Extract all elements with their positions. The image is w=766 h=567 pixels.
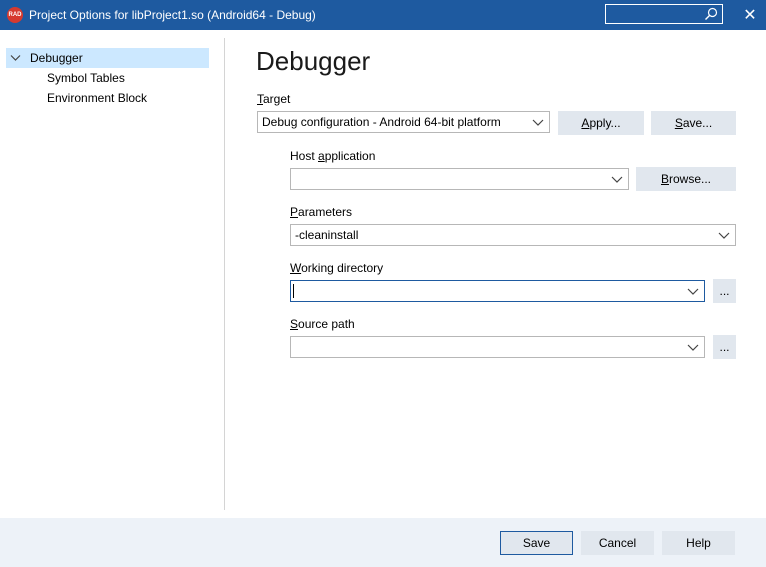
host-application-field[interactable] xyxy=(290,168,629,190)
text-caret xyxy=(293,284,294,298)
apply-button[interactable]: Apply... xyxy=(558,111,644,135)
tree-item-label: Debugger xyxy=(30,51,83,65)
chevron-down-icon xyxy=(687,344,699,351)
save-target-button[interactable]: Save... xyxy=(651,111,736,135)
page-title: Debugger xyxy=(256,46,371,76)
tree-item-debugger[interactable]: Debugger xyxy=(6,48,209,68)
working-directory-label: Working directory xyxy=(290,261,384,275)
parameters-label: Parameters xyxy=(290,205,353,219)
parameters-field[interactable]: -cleaninstall xyxy=(290,224,736,246)
chevron-down-icon xyxy=(687,288,699,295)
chevron-down-icon xyxy=(532,119,544,126)
tree-item-label: Symbol Tables xyxy=(47,71,125,85)
panel-separator xyxy=(224,38,225,510)
dialog-footer: Save Cancel Help xyxy=(0,518,766,567)
search-icon xyxy=(705,7,718,20)
host-application-label: Host application xyxy=(290,149,376,163)
source-path-browse-button[interactable]: ... xyxy=(713,335,736,359)
chevron-down-icon xyxy=(718,232,730,239)
tree-item-symbol-tables[interactable]: Symbol Tables xyxy=(6,68,209,88)
chevron-down-icon[interactable] xyxy=(10,54,21,62)
title-search-box[interactable] xyxy=(605,4,723,24)
browse-button[interactable]: Browse... xyxy=(636,167,736,191)
tree-item-label: Environment Block xyxy=(47,91,148,105)
title-bar: RAD Project Options for libProject1.so (… xyxy=(0,0,766,30)
target-dropdown[interactable]: Debug configuration - Android 64-bit pla… xyxy=(257,111,550,133)
chevron-down-icon xyxy=(611,176,623,183)
parameters-value: -cleaninstall xyxy=(295,228,359,242)
target-dropdown-value: Debug configuration - Android 64-bit pla… xyxy=(262,115,501,129)
help-button[interactable]: Help xyxy=(662,531,735,555)
source-path-field[interactable] xyxy=(290,336,705,358)
target-label: Target xyxy=(257,92,291,106)
rad-logo-icon: RAD xyxy=(7,7,23,23)
save-button[interactable]: Save xyxy=(500,531,573,555)
cancel-button[interactable]: Cancel xyxy=(581,531,654,555)
working-directory-browse-button[interactable]: ... xyxy=(713,279,736,303)
source-path-label: Source path xyxy=(290,317,355,331)
options-tree: Debugger Symbol Tables Environment Block xyxy=(6,48,209,108)
tree-item-environment-block[interactable]: Environment Block xyxy=(6,88,209,108)
close-icon[interactable]: ✕ xyxy=(738,4,762,26)
window-title: Project Options for libProject1.so (Andr… xyxy=(29,8,316,22)
working-directory-field[interactable] xyxy=(290,280,705,302)
